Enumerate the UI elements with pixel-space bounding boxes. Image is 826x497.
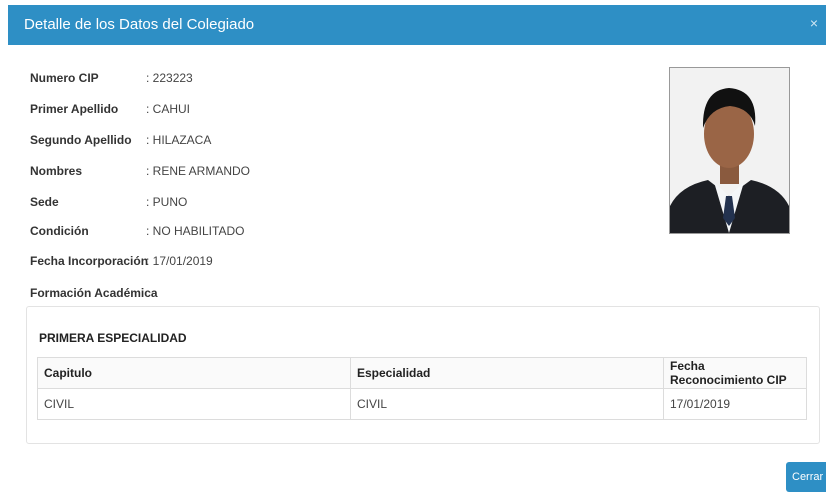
person-portrait-icon	[670, 68, 789, 233]
field-label-nombres: Nombres	[30, 164, 83, 178]
close-icon[interactable]: ×	[810, 15, 818, 31]
field-value-numero-cip: : 223223	[146, 71, 193, 85]
formacion-academica-title: Formación Académica	[30, 286, 158, 300]
especialidad-table: Capitulo Especialidad Fecha Reconocimien…	[37, 357, 807, 420]
cell-capitulo: CIVIL	[37, 388, 351, 420]
field-label-segundo-apellido: Segundo Apellido	[30, 133, 132, 147]
field-value-condicion: : NO HABILITADO	[146, 224, 245, 238]
table-header-row: Capitulo Especialidad Fecha Reconocimien…	[37, 357, 807, 389]
primera-especialidad-title: PRIMERA ESPECIALIDAD	[39, 331, 187, 345]
modal-title: Detalle de los Datos del Colegiado	[24, 16, 255, 33]
field-value-fecha-incorporacion: : 17/01/2019	[146, 254, 213, 268]
colegiado-photo	[669, 67, 790, 234]
field-label-sede: Sede	[30, 195, 59, 209]
field-value-primer-apellido: : CAHUI	[146, 102, 191, 116]
field-label-fecha-incorporacion: Fecha Incorporación	[30, 254, 149, 268]
column-header-fecha-reconocimiento: Fecha Reconocimiento CIP	[663, 357, 807, 389]
field-value-sede: : PUNO	[146, 195, 188, 209]
cerrar-button[interactable]: Cerrar	[786, 462, 826, 492]
cell-fecha-reconocimiento: 17/01/2019	[663, 388, 807, 420]
field-value-nombres: : RENE ARMANDO	[146, 164, 251, 178]
field-label-condicion: Condición	[30, 224, 89, 238]
column-header-especialidad: Especialidad	[350, 357, 664, 389]
column-header-capitulo: Capitulo	[37, 357, 351, 389]
field-label-primer-apellido: Primer Apellido	[30, 102, 119, 116]
table-row: CIVIL CIVIL 17/01/2019	[37, 388, 807, 420]
field-label-numero-cip: Numero CIP	[30, 71, 99, 85]
colegiado-detail-modal: Detalle de los Datos del Colegiado × Num…	[8, 0, 826, 497]
field-value-segundo-apellido: : HILAZACA	[146, 133, 212, 147]
formacion-panel: PRIMERA ESPECIALIDAD Capitulo Especialid…	[26, 306, 820, 444]
modal-header: Detalle de los Datos del Colegiado ×	[8, 5, 826, 45]
cell-especialidad: CIVIL	[350, 388, 664, 420]
